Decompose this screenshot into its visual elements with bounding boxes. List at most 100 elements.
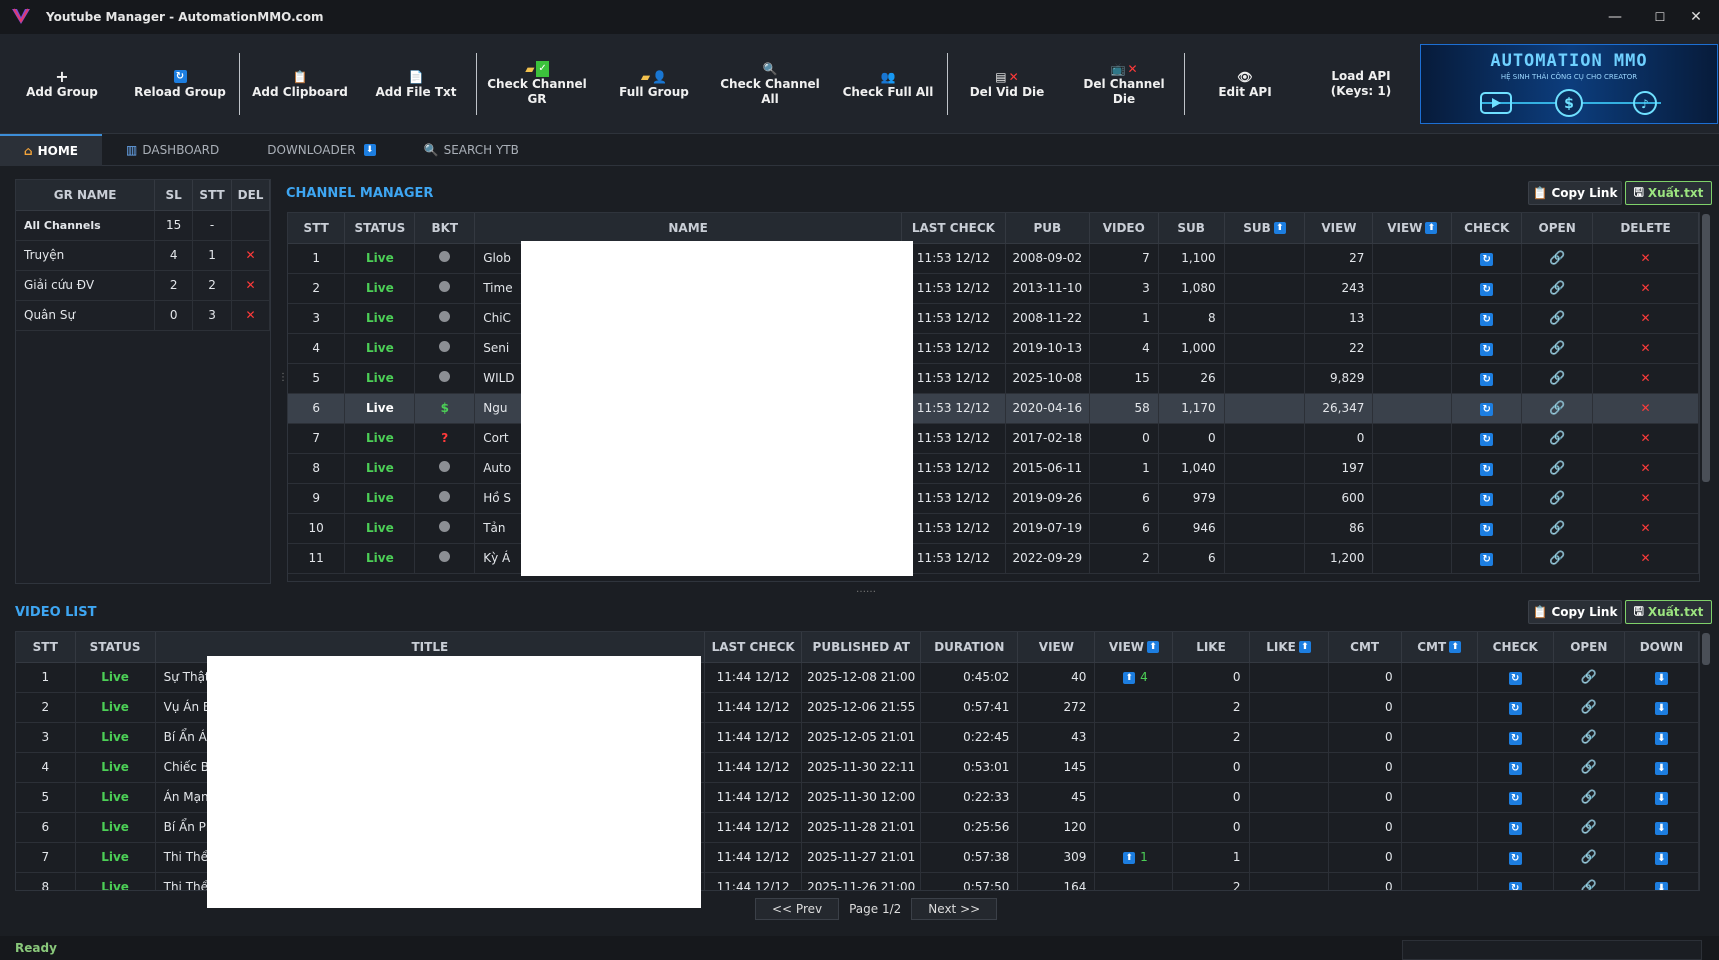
col-stt[interactable]: STT <box>192 180 233 211</box>
edit-api-button[interactable]: 👁 Edit API <box>1200 34 1290 134</box>
channel-scrollbar[interactable] <box>1702 214 1710 482</box>
channel-col-header[interactable]: VIEW ⬆ <box>1372 213 1453 244</box>
channel-export-button[interactable]: 🖫 Xuất.txt <box>1625 181 1712 205</box>
link-icon[interactable]: 🔗 <box>1581 790 1597 805</box>
video-col-header[interactable]: CHECK <box>1477 632 1554 663</box>
group-row[interactable]: Giải cứu ĐV 2 2 ✕ <box>16 270 270 301</box>
refresh-icon[interactable]: ↻ <box>1480 432 1494 446</box>
tab-home[interactable]: ⌂ HOME <box>0 134 102 166</box>
refresh-icon[interactable]: ↻ <box>1480 372 1494 386</box>
channel-col-header[interactable]: BKT <box>414 213 476 244</box>
group-row[interactable]: Truyện 4 1 ✕ <box>16 240 270 271</box>
channel-col-header[interactable]: STT <box>288 213 346 244</box>
download-icon[interactable]: ⬇ <box>1654 821 1668 835</box>
minimize-button[interactable]: — <box>1592 0 1638 34</box>
delete-icon[interactable]: ✕ <box>1641 401 1651 415</box>
video-scrollbar[interactable] <box>1702 633 1710 665</box>
download-icon[interactable]: ⬇ <box>1654 791 1668 805</box>
refresh-icon[interactable]: ↻ <box>1508 731 1522 745</box>
load-api-button[interactable]: Load API (Keys: 1) <box>1318 34 1404 134</box>
video-col-header[interactable]: LAST CHECK <box>704 632 803 663</box>
check-full-all-button[interactable]: 👥 Check Full All <box>842 34 934 134</box>
horizontal-splitter[interactable]: …… <box>856 584 876 595</box>
tab-downloader[interactable]: DOWNLOADER ⬇ <box>243 134 399 166</box>
video-col-header[interactable]: CMT <box>1328 632 1402 663</box>
link-icon[interactable]: 🔗 <box>1549 431 1565 446</box>
full-group-button[interactable]: ▰ 👤 Full Group <box>610 34 698 134</box>
link-icon[interactable]: 🔗 <box>1549 371 1565 386</box>
col-sl[interactable]: SL <box>154 180 194 211</box>
channel-row[interactable]: 7 Live? Cort 11:53 12/12 2017-02-18 0 0 0 ↻ 🔗 ✕ <box>288 423 1699 454</box>
video-col-header[interactable]: VIEW <box>1017 632 1096 663</box>
reload-group-button[interactable]: ↻ Reload Group <box>132 34 228 134</box>
refresh-icon[interactable]: ↻ <box>1508 671 1522 685</box>
link-icon[interactable]: 🔗 <box>1549 401 1565 416</box>
refresh-icon[interactable]: ↻ <box>1508 821 1522 835</box>
video-col-header[interactable]: CMT ⬆ <box>1401 632 1478 663</box>
add-file-txt-button[interactable]: 📄 Add File Txt <box>372 34 460 134</box>
delete-group-icon[interactable]: ✕ <box>231 300 270 331</box>
channel-col-header[interactable]: LAST CHECK <box>901 213 1006 244</box>
delete-icon[interactable]: ✕ <box>1641 371 1651 385</box>
download-icon[interactable]: ⬇ <box>1654 851 1668 865</box>
col-del[interactable]: DEL <box>231 180 270 211</box>
link-icon[interactable]: 🔗 <box>1581 850 1597 865</box>
tab-search-ytb[interactable]: 🔍 SEARCH YTB <box>400 134 543 166</box>
video-col-header[interactable]: LIKE ⬆ <box>1249 632 1329 663</box>
download-icon[interactable]: ⬇ <box>1654 731 1668 745</box>
refresh-icon[interactable]: ↻ <box>1508 791 1522 805</box>
link-icon[interactable]: 🔗 <box>1581 880 1597 891</box>
refresh-icon[interactable]: ↻ <box>1480 252 1494 266</box>
link-icon[interactable]: 🔗 <box>1581 730 1597 745</box>
video-col-header[interactable]: STT <box>16 632 76 663</box>
download-icon[interactable]: ⬇ <box>1654 671 1668 685</box>
group-row[interactable]: Quân Sự 0 3 ✕ <box>16 300 270 331</box>
delete-icon[interactable]: ✕ <box>1641 281 1651 295</box>
channel-col-header[interactable]: CHECK <box>1451 213 1523 244</box>
channel-col-header[interactable]: VIEW <box>1304 213 1374 244</box>
delete-icon[interactable]: ✕ <box>1641 551 1651 565</box>
delete-icon[interactable]: ✕ <box>1641 431 1651 445</box>
channel-col-header[interactable]: PUB <box>1005 213 1090 244</box>
close-button[interactable]: ✕ <box>1673 0 1719 34</box>
link-icon[interactable]: 🔗 <box>1581 700 1597 715</box>
delete-icon[interactable]: ✕ <box>1641 311 1651 325</box>
tab-dashboard[interactable]: ▥ DASHBOARD <box>102 134 243 166</box>
link-icon[interactable]: 🔗 <box>1549 521 1565 536</box>
refresh-icon[interactable]: ↻ <box>1480 522 1494 536</box>
video-col-header[interactable]: STATUS <box>75 632 156 663</box>
next-page-button[interactable]: Next >> <box>911 898 998 920</box>
channel-row[interactable]: 5 Live WILD 11:53 12/12 2025-10-08 15 26 9,829 ↻… <box>288 363 1699 394</box>
channel-col-header[interactable]: NAME <box>474 213 902 244</box>
delete-icon[interactable]: ✕ <box>1641 341 1651 355</box>
download-icon[interactable]: ⬇ <box>1654 761 1668 775</box>
channel-row[interactable]: 10 Live Tản 11:53 12/12 2019-07-19 6 946 86 ↻ 🔗 ✕ <box>288 513 1699 544</box>
channel-row[interactable]: 1 Live Glob 11:53 12/12 2008-09-02 7 1,100 27 ↻ 🔗… <box>288 243 1699 274</box>
refresh-icon[interactable]: ↻ <box>1508 701 1522 715</box>
video-col-header[interactable]: VIEW ⬆ <box>1094 632 1174 663</box>
automation-mmo-banner[interactable]: AUTOMATION MMO HỆ SINH THÁI CÔNG CỤ CHO … <box>1420 44 1718 124</box>
channel-row[interactable]: 2 Live Time 11:53 12/12 2013-11-10 3 1,080 243 ↻… <box>288 273 1699 304</box>
video-export-button[interactable]: 🖫 Xuất.txt <box>1625 600 1712 624</box>
prev-page-button[interactable]: << Prev <box>755 898 840 920</box>
video-col-header[interactable]: PUBLISHED AT <box>801 632 922 663</box>
del-vid-die-button[interactable]: ▤ ✕ Del Vid Die <box>962 34 1052 134</box>
refresh-icon[interactable]: ↻ <box>1508 881 1522 890</box>
channel-row[interactable]: 9 Live Hồ S 11:53 12/12 2019-09-26 6 979 600 ↻ 🔗 ✕ <box>288 483 1699 514</box>
link-icon[interactable]: 🔗 <box>1549 551 1565 566</box>
check-channel-all-button[interactable]: 🔍 Check Channel All <box>712 34 828 134</box>
refresh-icon[interactable]: ↻ <box>1508 851 1522 865</box>
del-channel-die-button[interactable]: 📺 ✕ Del Channel Die <box>1074 34 1174 134</box>
add-group-button[interactable]: + Add Group <box>20 34 104 134</box>
link-icon[interactable]: 🔗 <box>1549 311 1565 326</box>
delete-group-icon[interactable]: ✕ <box>231 240 270 271</box>
refresh-icon[interactable]: ↻ <box>1480 462 1494 476</box>
channel-col-header[interactable]: SUB <box>1158 213 1225 244</box>
link-icon[interactable]: 🔗 <box>1549 251 1565 266</box>
refresh-icon[interactable]: ↻ <box>1480 342 1494 356</box>
link-icon[interactable]: 🔗 <box>1549 491 1565 506</box>
channel-col-header[interactable]: SUB ⬆ <box>1224 213 1306 244</box>
link-icon[interactable]: 🔗 <box>1549 461 1565 476</box>
video-col-header[interactable]: DOWN <box>1624 632 1699 663</box>
video-col-header[interactable]: LIKE <box>1172 632 1250 663</box>
